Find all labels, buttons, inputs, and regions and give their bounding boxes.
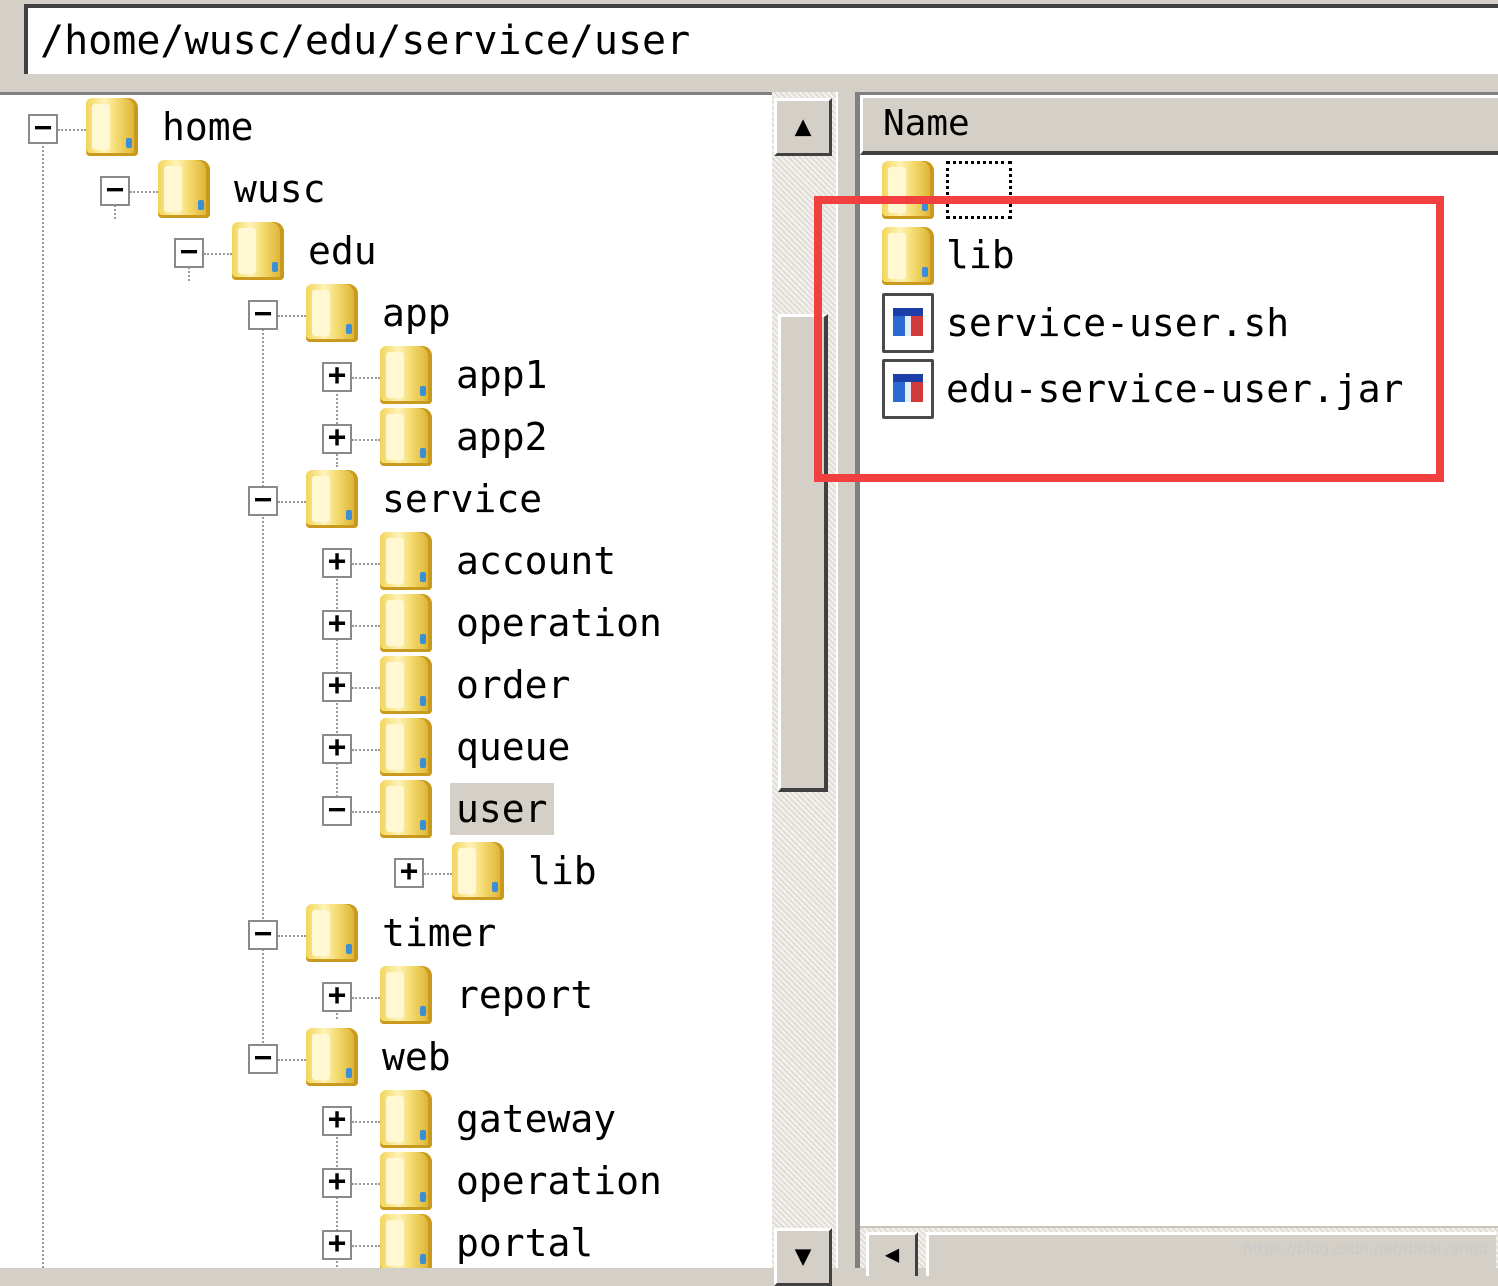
folder-icon [306,470,358,528]
collapse-icon[interactable]: − [248,299,278,330]
tree-node-label[interactable]: wusc [228,163,332,215]
tree-node-label[interactable]: lib [522,845,603,897]
folder-icon [306,284,358,342]
collapse-icon[interactable]: − [322,795,352,826]
scroll-down-button[interactable]: ▼ [774,1228,832,1286]
path-input[interactable]: /home/wusc/edu/service/user [24,4,1498,74]
file-list: Name lib service-user.sh edu-service-use… [858,92,1498,1268]
tree-node-label[interactable]: gateway [450,1093,622,1145]
tree-node-label[interactable]: service [376,473,548,525]
folder-icon [158,160,210,218]
expand-icon[interactable]: + [322,1167,352,1198]
scroll-left-button[interactable]: ◀ [866,1232,918,1276]
folder-icon [380,966,432,1024]
folder-tree: − home − wusc − edu − app + app1 + app2 … [0,92,772,1268]
folder-icon [380,656,432,714]
collapse-icon[interactable]: − [28,113,58,144]
watermark: https://blog.csdn.net/dataiyangu [1242,1240,1488,1258]
folder-icon [882,161,934,219]
tree-node-label[interactable]: queue [450,721,576,773]
scroll-up-button[interactable]: ▲ [774,98,832,156]
folder-icon [380,780,432,838]
tree-node-label[interactable]: operation [450,597,668,649]
collapse-icon[interactable]: − [100,175,130,206]
list-item[interactable] [878,159,1478,221]
column-header-name[interactable]: Name [860,95,1498,155]
folder-icon [452,842,504,900]
folder-icon [306,904,358,962]
list-item-name [946,161,1012,219]
tree-node-label[interactable]: account [450,535,622,587]
expand-icon[interactable]: + [322,609,352,640]
arrow-left-icon: ◀ [884,1240,900,1268]
script-file-icon [882,359,934,419]
tree-vertical-scrollbar[interactable]: ▲ ▼ [772,92,836,1286]
expand-icon[interactable]: + [322,1229,352,1260]
arrow-down-icon: ▼ [794,1239,812,1272]
folder-icon [232,222,284,280]
tree-node-label[interactable]: portal [450,1217,599,1268]
folder-icon [306,1028,358,1086]
folder-icon [380,408,432,466]
list-item-name: edu-service-user.jar [946,367,1404,411]
expand-icon[interactable]: + [322,1105,352,1136]
collapse-icon[interactable]: − [248,1043,278,1074]
collapse-icon[interactable]: − [248,919,278,950]
tree-node-label[interactable]: order [450,659,576,711]
expand-icon[interactable]: + [322,733,352,764]
list-item[interactable]: service-user.sh [878,293,1478,355]
tree-node-label[interactable]: web [376,1031,457,1083]
tree-node-label[interactable]: app1 [450,349,554,401]
expand-icon[interactable]: + [322,361,352,392]
expand-icon[interactable]: + [394,857,424,888]
expand-icon[interactable]: + [322,981,352,1012]
list-item[interactable]: lib [878,225,1478,287]
expand-icon[interactable]: + [322,423,352,454]
folder-icon [380,718,432,776]
folder-icon [380,1214,432,1268]
list-item-name: service-user.sh [946,301,1290,345]
folder-icon [380,1152,432,1210]
list-item[interactable]: edu-service-user.jar [878,359,1478,421]
tree-node-label[interactable]: operation [450,1155,668,1207]
expand-icon[interactable]: + [322,671,352,702]
arrow-up-icon: ▲ [794,109,812,142]
folder-icon [86,98,138,156]
folder-icon [882,227,934,285]
folder-icon [380,594,432,652]
tree-node-label[interactable]: report [450,969,599,1021]
pane-splitter[interactable] [836,92,858,1268]
collapse-icon[interactable]: − [248,485,278,516]
folder-icon [380,346,432,404]
folder-icon [380,1090,432,1148]
tree-node-label[interactable]: edu [302,225,383,277]
folder-icon [380,532,432,590]
collapse-icon[interactable]: − [174,237,204,268]
scroll-thumb[interactable] [778,314,828,792]
tree-node-label[interactable]: timer [376,907,502,959]
tree-node-label-selected[interactable]: user [450,783,554,835]
tree-node-label[interactable]: home [156,101,260,153]
script-file-icon [882,293,934,353]
tree-node-label[interactable]: app [376,287,457,339]
tree-node-label[interactable]: app2 [450,411,554,463]
list-item-name: lib [946,233,1015,277]
expand-icon[interactable]: + [322,547,352,578]
